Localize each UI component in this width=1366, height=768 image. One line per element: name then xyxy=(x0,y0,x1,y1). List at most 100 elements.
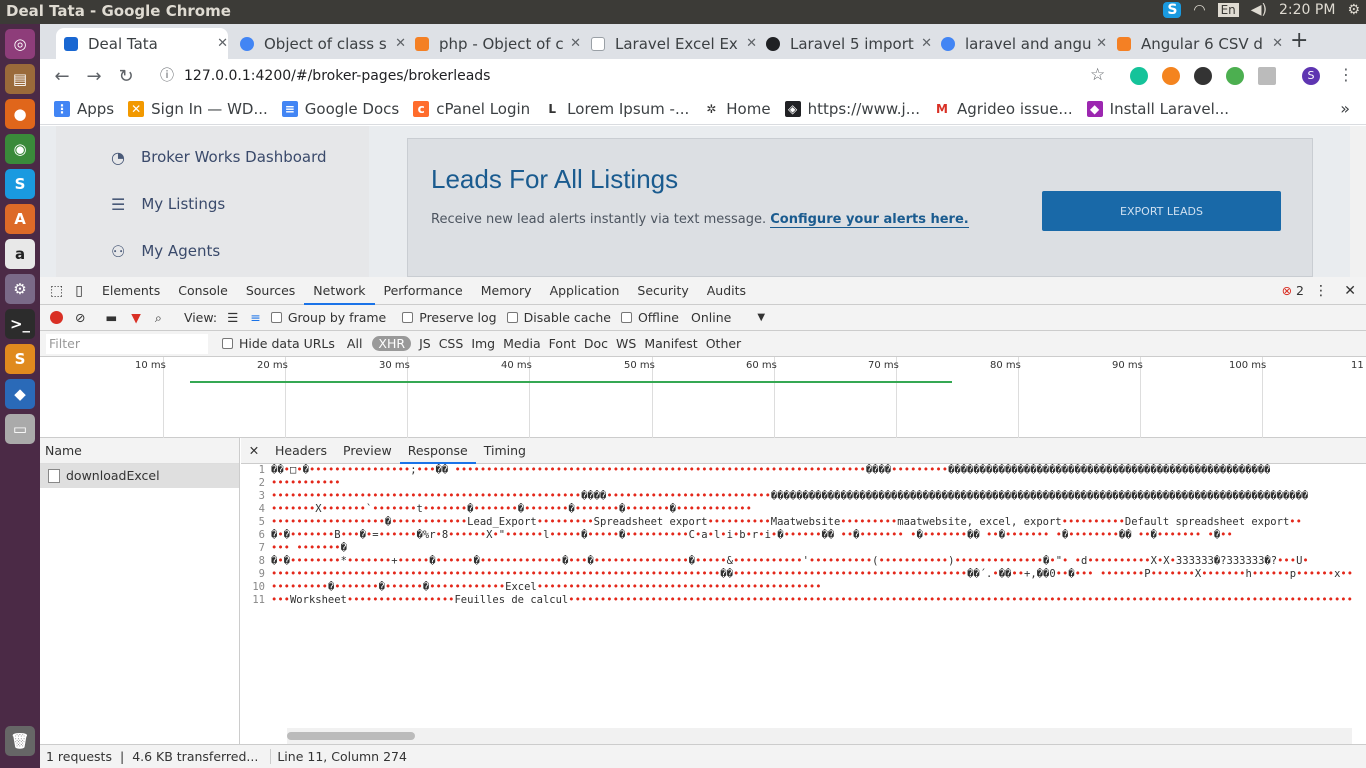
tab-object-of-class[interactable]: Object of class s ✕ xyxy=(232,28,406,59)
launcher-dash-icon[interactable]: ◎ xyxy=(5,29,35,59)
search-icon[interactable]: ⌕ xyxy=(155,310,162,326)
new-tab-button[interactable]: + xyxy=(1290,28,1308,53)
bookmark-cpanel[interactable]: c cPanel Login xyxy=(413,100,530,118)
group-by-frame-checkbox[interactable] xyxy=(270,312,282,323)
tab-close-icon[interactable]: ✕ xyxy=(921,36,932,51)
launcher-amazon-icon[interactable]: a xyxy=(5,239,35,269)
filter-type-other[interactable]: Other xyxy=(702,336,746,351)
devtools-tab-elements[interactable]: Elements xyxy=(93,277,169,305)
filter-type-js[interactable]: JS xyxy=(415,336,435,351)
extension-orange-icon[interactable] xyxy=(1162,67,1180,85)
bookmark-signin[interactable]: ✕ Sign In — WD... xyxy=(128,100,268,118)
filter-type-all[interactable]: All xyxy=(343,336,367,351)
detail-tab-timing[interactable]: Timing xyxy=(476,438,534,464)
profile-avatar[interactable]: S xyxy=(1302,67,1320,85)
launcher-files-icon[interactable]: ▤ xyxy=(5,64,35,94)
filter-type-css[interactable]: CSS xyxy=(435,336,468,351)
wifi-icon[interactable]: ◠ xyxy=(1193,2,1205,18)
launcher-skype-icon[interactable]: S xyxy=(5,169,35,199)
extension-dark-icon[interactable] xyxy=(1194,67,1212,85)
record-icon[interactable] xyxy=(50,311,63,324)
response-body[interactable]: 1 ��•□•�••••••••••••••••;•••�� ••••••••••… xyxy=(241,464,1352,728)
filter-type-img[interactable]: Img xyxy=(467,336,499,351)
filter-type-media[interactable]: Media xyxy=(499,336,545,351)
launcher-vscode-icon[interactable]: ◆ xyxy=(5,379,35,409)
close-detail-icon[interactable]: ✕ xyxy=(241,443,267,458)
filter-funnel-icon[interactable]: ▼ xyxy=(131,310,141,325)
error-count-badge[interactable]: ⊗ 2 xyxy=(1282,283,1304,298)
tab-angular-csv[interactable]: Angular 6 CSV d ✕ xyxy=(1109,28,1283,59)
tab-laravel-5-import[interactable]: Laravel 5 import ✕ xyxy=(758,28,932,59)
filter-type-doc[interactable]: Doc xyxy=(580,336,612,351)
tab-laravel-excel[interactable]: Laravel Excel Ex ✕ xyxy=(583,28,757,59)
keyboard-indicator[interactable]: En xyxy=(1217,3,1239,17)
hide-data-urls-checkbox[interactable] xyxy=(222,338,233,349)
menu-dots-icon[interactable]: ⋮ xyxy=(1338,65,1354,84)
filter-type-font[interactable]: Font xyxy=(545,336,580,351)
devtools-menu-icon[interactable]: ⋮ xyxy=(1314,283,1328,299)
tab-deal-tata[interactable]: Deal Tata ✕ xyxy=(56,28,228,59)
bookmark-google-docs[interactable]: ≡ Google Docs xyxy=(281,100,399,118)
launcher-sublime-icon[interactable]: S xyxy=(5,344,35,374)
launcher-settings-icon[interactable]: ⚙ xyxy=(5,274,35,304)
response-horizontal-scrollbar[interactable] xyxy=(287,728,1352,744)
bookmark-star-icon[interactable]: ☆ xyxy=(1090,65,1105,85)
devtools-tab-security[interactable]: Security xyxy=(628,277,697,305)
request-row[interactable]: downloadExcel xyxy=(40,464,239,488)
offline-checkbox[interactable] xyxy=(620,312,632,323)
chevron-down-icon[interactable]: ▼ xyxy=(757,312,765,323)
page-scrollbar[interactable] xyxy=(1350,126,1366,277)
tab-laravel-angular[interactable]: laravel and angu ✕ xyxy=(933,28,1107,59)
name-column-header[interactable]: Name xyxy=(40,438,239,464)
tab-close-icon[interactable]: ✕ xyxy=(395,36,406,51)
sidebar-item-agents[interactable]: ⚇ My Agents xyxy=(56,228,369,274)
extension-color-icon[interactable] xyxy=(1226,67,1244,85)
disable-cache-checkbox[interactable] xyxy=(506,312,518,323)
clear-icon[interactable]: ⊘ xyxy=(75,310,85,325)
sidebar-item-dashboard[interactable]: ◔ Broker Works Dashboard xyxy=(56,134,369,180)
launcher-software-icon[interactable]: A xyxy=(5,204,35,234)
settings-gear-icon[interactable]: ⚙ xyxy=(1347,2,1360,18)
launcher-trash-icon[interactable]: 🗑 xyxy=(5,726,35,756)
tab-close-icon[interactable]: ✕ xyxy=(1272,36,1283,51)
volume-icon[interactable]: ◀) xyxy=(1251,2,1267,18)
detail-tab-preview[interactable]: Preview xyxy=(335,438,400,464)
inspect-element-icon[interactable]: ⬚ xyxy=(50,283,63,299)
devtools-tab-console[interactable]: Console xyxy=(169,277,237,305)
large-rows-icon[interactable]: ☰ xyxy=(227,310,238,325)
filter-type-ws[interactable]: WS xyxy=(612,336,640,351)
reload-icon[interactable]: ↻ xyxy=(110,66,142,87)
sidebar-item-listings[interactable]: ☰ My Listings xyxy=(56,181,369,227)
detail-tab-response[interactable]: Response xyxy=(399,438,476,464)
devtools-tab-application[interactable]: Application xyxy=(541,277,629,305)
filter-type-manifest[interactable]: Manifest xyxy=(640,336,701,351)
bookmark-home[interactable]: ✲ Home xyxy=(703,100,771,118)
filter-input[interactable]: Filter xyxy=(46,333,208,354)
bookmark-apps[interactable]: ⋮ Apps xyxy=(54,100,114,118)
devtools-tab-sources[interactable]: Sources xyxy=(237,277,304,305)
launcher-drive-icon[interactable]: ▭ xyxy=(5,414,35,444)
preserve-log-checkbox[interactable] xyxy=(402,312,414,323)
detail-tab-headers[interactable]: Headers xyxy=(267,438,335,464)
forward-icon[interactable]: → xyxy=(78,66,110,87)
bookmark-agrideo[interactable]: M Agrideo issue... xyxy=(934,100,1073,118)
scrollbar-thumb[interactable] xyxy=(287,732,415,740)
filter-type-xhr[interactable]: XHR xyxy=(372,336,412,351)
devtools-tab-memory[interactable]: Memory xyxy=(472,277,541,305)
devtools-tab-performance[interactable]: Performance xyxy=(375,277,472,305)
extension-cart-icon[interactable] xyxy=(1258,67,1276,85)
clock[interactable]: 2:20 PM xyxy=(1279,2,1335,18)
waterfall-icon[interactable]: ≡ xyxy=(250,310,260,325)
launcher-chrome-icon[interactable]: ◉ xyxy=(5,134,35,164)
devtools-close-icon[interactable]: ✕ xyxy=(1344,283,1356,299)
bookmark-lorem[interactable]: L Lorem Ipsum -... xyxy=(544,100,689,118)
skype-icon[interactable]: S xyxy=(1163,2,1182,18)
back-icon[interactable]: ← xyxy=(46,66,78,87)
launcher-terminal-icon[interactable]: >_ xyxy=(5,309,35,339)
configure-alerts-link[interactable]: Configure your alerts here. xyxy=(770,212,969,228)
network-timeline[interactable]: 10 ms 20 ms 30 ms 40 ms 50 ms 60 ms 70 m… xyxy=(40,357,1366,438)
device-toolbar-icon[interactable]: ▯ xyxy=(75,283,83,299)
devtools-tab-audits[interactable]: Audits xyxy=(698,277,755,305)
tab-close-icon[interactable]: ✕ xyxy=(217,36,228,51)
grammarly-extension-icon[interactable] xyxy=(1130,67,1148,85)
